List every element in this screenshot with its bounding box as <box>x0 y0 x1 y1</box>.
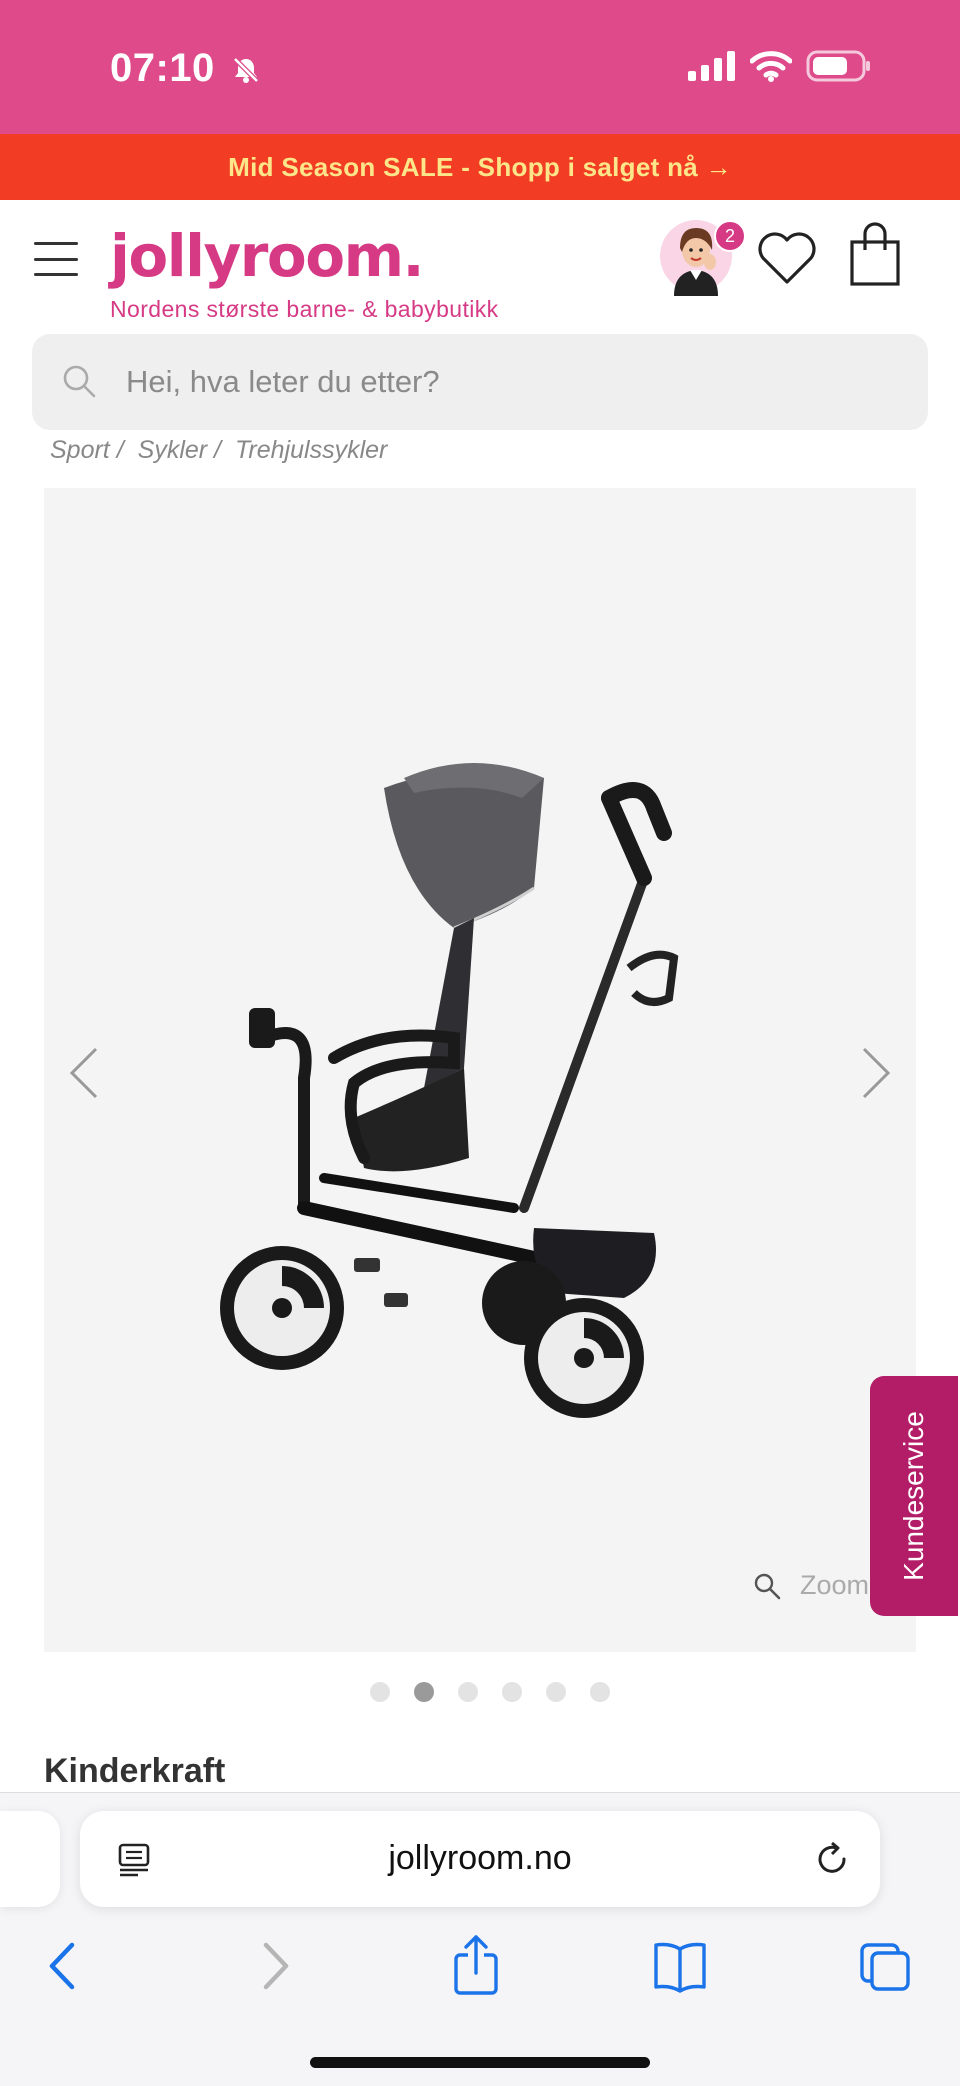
promo-text[interactable]: Mid Season SALE - Shopp i salget nå → <box>228 152 732 183</box>
product-gallery[interactable]: Zoom <box>44 488 916 1652</box>
status-icons <box>688 50 872 82</box>
chevron-right-icon[interactable] <box>244 1931 304 2001</box>
share-icon[interactable] <box>446 1931 506 2001</box>
zoom-label[interactable]: Zoom <box>800 1570 869 1601</box>
kundeservice-tab[interactable]: Kundeservice <box>870 1376 958 1616</box>
battery-icon <box>806 50 870 82</box>
address-bar[interactable]: jollyroom.no <box>80 1811 880 1907</box>
pagination-dot[interactable] <box>590 1682 610 1702</box>
heart-icon[interactable] <box>756 230 818 286</box>
bell-slash-icon <box>233 57 260 84</box>
logo[interactable]: jollyroom. <box>110 222 425 290</box>
pagination-dot-active[interactable] <box>414 1682 434 1702</box>
search-input[interactable] <box>126 334 906 430</box>
reload-icon[interactable] <box>812 1839 852 1879</box>
pagination-dot[interactable] <box>458 1682 478 1702</box>
breadcrumb-item-sykler[interactable]: Sykler / <box>138 436 221 465</box>
chevron-left-icon[interactable] <box>66 1043 102 1103</box>
browser-chrome: jollyroom.no <box>0 1792 960 2086</box>
breadcrumb: Sport / Sykler / Trehjulssykler <box>50 436 387 465</box>
status-time: 07:10 <box>110 46 262 91</box>
pagination-dot[interactable] <box>546 1682 566 1702</box>
gallery-pagination <box>370 1682 610 1702</box>
product-image[interactable] <box>204 738 804 1438</box>
search-bar[interactable] <box>32 334 928 430</box>
previous-tab-preview[interactable] <box>0 1811 60 1907</box>
url-text[interactable]: jollyroom.no <box>80 1839 880 1878</box>
status-time-label: 07:10 <box>110 46 215 90</box>
promo-banner[interactable]: Mid Season SALE - Shopp i salget nå → <box>0 134 960 200</box>
hamburger-icon[interactable] <box>34 242 78 276</box>
chevron-right-icon[interactable] <box>858 1043 894 1103</box>
wifi-icon <box>750 51 792 82</box>
kundeservice-label[interactable]: Kundeservice <box>898 1411 930 1581</box>
zoom-button[interactable]: Zoom <box>752 1570 869 1601</box>
tagline: Nordens største barne- & babybutikk <box>110 296 499 322</box>
book-icon[interactable] <box>650 1931 710 2001</box>
magnifier-icon <box>754 1573 781 1599</box>
signal-icon <box>688 51 735 81</box>
site-header: jollyroom. Nordens største barne- & baby… <box>0 200 960 330</box>
avatar-badge: 2 <box>714 220 746 252</box>
home-indicator[interactable] <box>310 2057 650 2068</box>
chevron-left-icon[interactable] <box>34 1931 94 2001</box>
pagination-dot[interactable] <box>502 1682 522 1702</box>
pagination-dot[interactable] <box>370 1682 390 1702</box>
breadcrumb-item-trehjulssykler[interactable]: Trehjulssykler <box>235 436 387 465</box>
breadcrumb-item-sport[interactable]: Sport / <box>50 436 124 465</box>
product-brand[interactable]: Kinderkraft <box>44 1752 225 1791</box>
browser-toolbar <box>0 1931 960 2021</box>
shopping-bag-icon[interactable] <box>848 222 902 288</box>
status-bar: 07:10 <box>0 0 960 134</box>
tabs-icon[interactable] <box>856 1931 916 2001</box>
search-icon <box>63 365 96 398</box>
avatar[interactable]: 2 <box>660 216 746 296</box>
